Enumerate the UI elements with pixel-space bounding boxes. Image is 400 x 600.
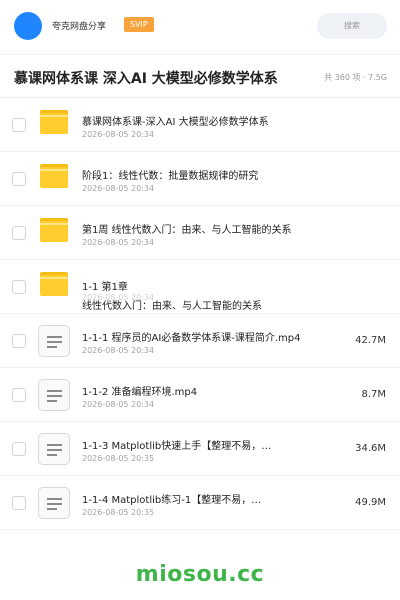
row-checkbox[interactable] [12,226,26,240]
folder-icon [40,218,68,242]
file-size: 49.9M [355,497,386,508]
row-checkbox[interactable] [12,172,26,186]
list-item[interactable]: 阶段1：线性代数：批量数据规律的研究 2026-08-05 20:34 [0,152,400,206]
folder-icon [40,272,68,296]
search-button[interactable]: 搜索 [317,13,387,39]
document-icon [38,487,70,519]
folder-icon [40,164,68,188]
row-checkbox[interactable] [12,280,26,294]
app-name: 夸克网盘分享 [52,22,107,32]
page-title: 慕课网体系课 深入AI 大模型必修数学体系 [14,71,278,87]
row-checkbox[interactable] [12,118,26,132]
item-count: 共 360 项 · 7.5G [324,73,387,82]
folder-icon [40,110,68,134]
document-icon [38,433,70,465]
list-item[interactable]: 1-1-2 准备编程环境.mp4 2026-08-05 20:34 8.7M [0,368,400,422]
file-name: 慕课网体系课-深入AI 大模型必修数学体系 [82,117,269,128]
file-name: 1-1-4 Matplotlib练习-1【整理不易，更多课程… [82,495,264,506]
avatar[interactable] [14,12,42,40]
document-icon [38,325,70,357]
row-checkbox[interactable] [12,388,26,402]
list-item[interactable]: 1-1-1 程序员的AI必备数学体系课-课程简介.mp4 2026-08-05 … [0,314,400,368]
file-size: 42.7M [355,335,386,346]
row-checkbox[interactable] [12,334,26,348]
file-list: 慕课网体系课-深入AI 大模型必修数学体系 2026-08-05 20:34 阶… [0,98,400,530]
watermark: miosou.cc [135,562,265,587]
file-name: 1-1-3 Matplotlib快速上手【整理不易，更多课程… [82,441,274,452]
file-name: 1-1-1 程序员的AI必备数学体系课-课程简介.mp4 [82,333,301,344]
file-date: 2026-08-05 20:34 [82,130,155,139]
file-name-line2: 线性代数入门：由来、与人工智能的关系 [82,301,262,312]
title-bar: 慕课网体系课 深入AI 大模型必修数学体系 共 360 项 · 7.5G [0,54,400,98]
svip-badge: SVIP [124,17,154,32]
document-icon [38,379,70,411]
file-name: 1-1-2 准备编程环境.mp4 [82,387,198,398]
row-checkbox[interactable] [12,496,26,510]
list-item[interactable]: 1-1-3 Matplotlib快速上手【整理不易，更多课程… 2026-08-… [0,422,400,476]
file-date: 2026-08-05 20:34 [82,184,155,193]
file-date: 2026-08-05 20:34 [82,346,155,355]
file-size: 34.6M [355,443,386,454]
file-size: 8.7M [361,389,386,400]
row-checkbox[interactable] [12,442,26,456]
list-item[interactable]: 第1周 线性代数入门：由来、与人工智能的关系 2026-08-05 20:34 [0,206,400,260]
file-name: 阶段1：线性代数：批量数据规律的研究 [82,171,259,182]
file-date: 2026-08-05 20:34 [82,238,155,247]
list-item[interactable]: 1-1-4 Matplotlib练习-1【整理不易，更多课程… 2026-08-… [0,476,400,530]
app-header: 夸克网盘分享 SVIP 搜索 [0,0,400,52]
file-name: 第1周 线性代数入门：由来、与人工智能的关系 [82,225,292,236]
file-date: 2026-08-05 20:35 [82,508,155,517]
file-date: 2026-08-05 20:35 [82,454,155,463]
list-item[interactable]: 1-1 第1章 2026-08-05 20:34 线性代数入门：由来、与人工智能… [0,260,400,314]
file-name: 1-1 第1章 [82,282,128,293]
list-item[interactable]: 慕课网体系课-深入AI 大模型必修数学体系 2026-08-05 20:34 [0,98,400,152]
file-date: 2026-08-05 20:34 [82,400,155,409]
